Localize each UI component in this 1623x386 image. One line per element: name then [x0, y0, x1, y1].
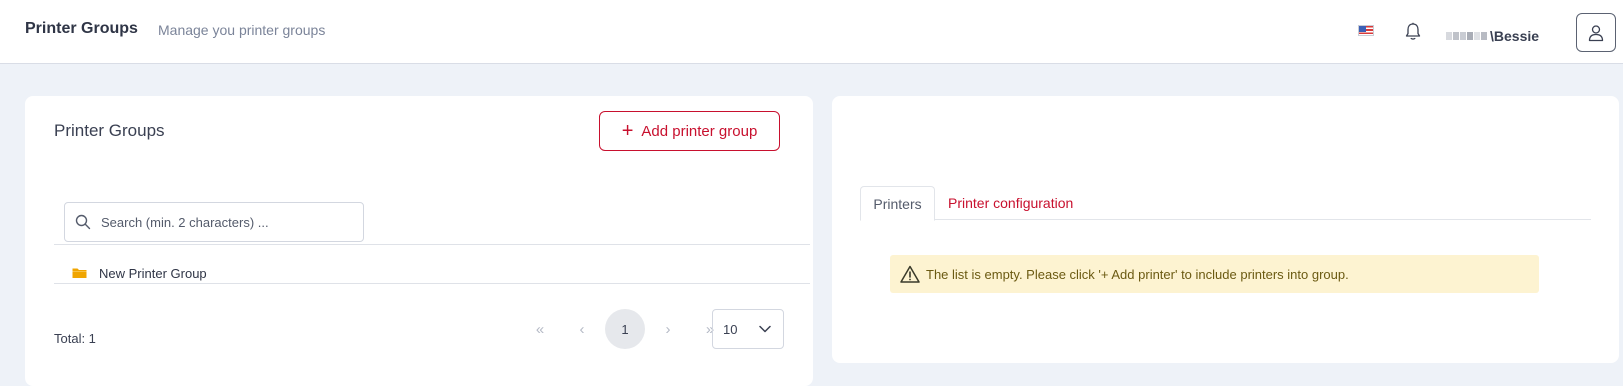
top-header: Printer Groups Manage you printer groups…	[0, 0, 1623, 64]
list-item[interactable]: New Printer Group	[72, 263, 207, 283]
page-title: Printer Groups	[25, 20, 138, 37]
search-input[interactable]	[101, 214, 351, 230]
card-title: Printer Groups	[54, 121, 165, 140]
add-printer-group-button[interactable]: + Add printer group	[599, 111, 780, 151]
current-page-button[interactable]: 1	[605, 309, 645, 349]
tabs-bar: Printers Printer configuration	[860, 186, 1591, 221]
total-count: Total: 1	[54, 331, 96, 346]
first-page-button[interactable]: «	[519, 309, 561, 349]
alert-message: The list is empty. Please click '+ Add p…	[926, 266, 1349, 282]
us-flag-icon[interactable]	[1358, 25, 1374, 36]
username: \Bessie	[1490, 28, 1540, 44]
user-icon	[1588, 24, 1604, 41]
list-top-divider	[54, 244, 810, 245]
list-bottom-divider	[54, 283, 810, 284]
next-page-button[interactable]: ›	[647, 309, 689, 349]
bell-icon[interactable]	[1404, 22, 1422, 42]
search-box[interactable]	[64, 202, 364, 242]
prev-page-button[interactable]: ‹	[561, 309, 603, 349]
warning-icon	[900, 265, 920, 283]
add-printer-group-label: Add printer group	[641, 122, 758, 140]
tab-printer-configuration[interactable]: Printer configuration	[935, 186, 1086, 220]
user-name-display: \Bessie	[1446, 27, 1539, 45]
page-size-select[interactable]: 10	[712, 309, 784, 349]
page-subtitle: Manage you printer groups	[158, 22, 326, 38]
tab-printers[interactable]: Printers	[860, 186, 935, 221]
printer-details-card: Printers Printer configuration The list …	[832, 96, 1619, 363]
pagination: « ‹ 1 › »	[519, 309, 731, 349]
chevron-down-icon	[759, 325, 771, 333]
folder-icon	[72, 268, 87, 278]
page-size-value: 10	[723, 321, 738, 337]
plus-icon: +	[621, 120, 634, 142]
search-icon	[75, 214, 91, 230]
user-menu-button[interactable]	[1576, 13, 1616, 52]
empty-list-alert: The list is empty. Please click '+ Add p…	[890, 255, 1539, 293]
redacted-domain	[1446, 32, 1487, 40]
printer-groups-card: Printer Groups + Add printer group New P…	[25, 96, 813, 386]
group-name: New Printer Group	[99, 265, 207, 281]
